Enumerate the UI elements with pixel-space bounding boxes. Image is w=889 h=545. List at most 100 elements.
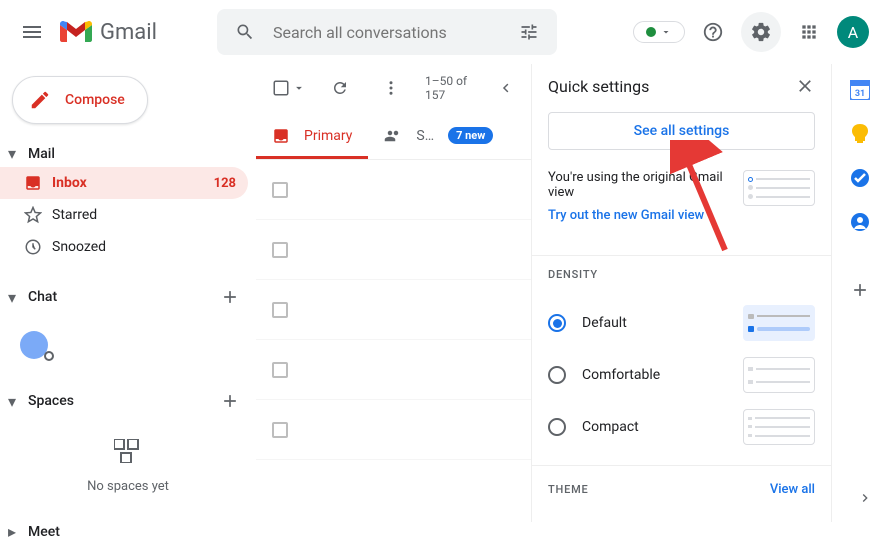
plus-icon	[850, 280, 870, 300]
mail-checkbox[interactable]	[272, 242, 288, 258]
keep-app-button[interactable]	[850, 124, 870, 144]
mail-row[interactable]	[256, 280, 531, 340]
new-chat-button[interactable]	[212, 279, 248, 315]
people-icon	[384, 127, 402, 145]
calendar-app-button[interactable]: 31	[850, 80, 870, 100]
apps-grid-icon	[799, 22, 819, 42]
header-actions: A	[633, 12, 869, 52]
theme-section-label: THEME	[548, 483, 589, 496]
get-addons-button[interactable]	[850, 280, 870, 300]
support-button[interactable]	[693, 12, 733, 52]
close-icon	[795, 76, 815, 96]
keep-icon	[850, 124, 870, 144]
select-all-checkbox[interactable]	[272, 79, 306, 97]
inbox-icon	[24, 174, 52, 192]
refresh-button[interactable]	[322, 70, 357, 106]
search-options-icon[interactable]	[509, 12, 549, 52]
meet-section-header[interactable]: ▸ Meet	[0, 518, 256, 545]
mail-list	[256, 160, 531, 460]
mail-checkbox[interactable]	[272, 422, 288, 438]
hamburger-icon	[20, 20, 44, 44]
chevron-down-icon: ▾	[8, 392, 28, 411]
density-option-comfortable[interactable]: Comfortable	[548, 349, 815, 401]
settings-button[interactable]	[741, 12, 781, 52]
account-avatar[interactable]: A	[837, 16, 869, 48]
status-indicator[interactable]	[633, 21, 685, 43]
svg-text:31: 31	[854, 89, 864, 99]
search-input[interactable]	[265, 23, 509, 42]
mail-row[interactable]	[256, 400, 531, 460]
tab-social[interactable]: S… 7 new	[368, 112, 509, 159]
density-option-compact[interactable]: Compact	[548, 401, 815, 453]
spaces-empty-state: No spaces yet	[0, 423, 256, 510]
plus-icon	[220, 391, 240, 411]
compose-button[interactable]: Compose	[12, 76, 148, 124]
search-bar[interactable]	[217, 9, 557, 55]
spaces-icon	[114, 439, 142, 463]
view-notice-text: You're using the original Gmail view	[548, 170, 731, 200]
mail-row[interactable]	[256, 160, 531, 220]
radio-button[interactable]	[548, 418, 566, 436]
star-icon	[24, 206, 52, 224]
more-actions-button[interactable]	[373, 70, 408, 106]
sidebar-item-inbox[interactable]: Inbox 128	[0, 167, 248, 199]
settings-title: Quick settings	[548, 77, 649, 96]
side-panel-toggle[interactable]	[857, 490, 873, 506]
see-all-settings-button[interactable]: See all settings	[548, 112, 815, 150]
active-status-dot	[646, 27, 656, 37]
try-new-view-link[interactable]: Try out the new Gmail view	[548, 208, 731, 223]
sidebar-item-snoozed[interactable]: Snoozed	[0, 231, 248, 263]
mail-checkbox[interactable]	[272, 362, 288, 378]
dropdown-icon	[292, 81, 306, 95]
help-icon	[702, 21, 724, 43]
clock-icon	[24, 238, 52, 256]
gmail-logo[interactable]: Gmail	[60, 20, 157, 45]
plus-icon	[220, 287, 240, 307]
tab-primary[interactable]: Primary	[256, 112, 368, 159]
view-preview-thumbnail	[743, 170, 815, 206]
density-option-default[interactable]: Default	[548, 297, 815, 349]
radio-button[interactable]	[548, 366, 566, 384]
sidebar-item-starred[interactable]: Starred	[0, 199, 248, 231]
mail-row[interactable]	[256, 220, 531, 280]
main-menu-button[interactable]	[8, 8, 56, 56]
compose-label: Compose	[65, 92, 125, 108]
category-tabs: Primary S… 7 new	[256, 112, 531, 160]
mail-section-header[interactable]: ▾ Mail	[0, 140, 256, 167]
gear-icon	[750, 21, 772, 43]
chat-contact[interactable]	[20, 331, 52, 359]
tasks-app-button[interactable]	[850, 168, 870, 188]
density-preview-default	[743, 305, 815, 341]
search-icon[interactable]	[225, 12, 265, 52]
chevron-right-icon: ▸	[8, 522, 28, 541]
radio-button[interactable]	[548, 314, 566, 332]
refresh-icon	[331, 79, 349, 97]
tasks-icon	[850, 168, 870, 188]
view-all-themes-link[interactable]: View all	[770, 482, 815, 497]
close-settings-button[interactable]	[795, 76, 815, 96]
left-sidebar: Compose ▾ Mail Inbox 128 Starred Snoozed…	[0, 64, 256, 522]
more-vert-icon	[382, 79, 400, 97]
app-name: Gmail	[100, 20, 157, 45]
spaces-section-header[interactable]: ▾ Spaces	[0, 379, 256, 423]
chevron-left-icon[interactable]	[497, 79, 515, 97]
contacts-app-button[interactable]	[850, 212, 870, 232]
mail-checkbox[interactable]	[272, 302, 288, 318]
mail-pane: 1–50 of 157 Primary S… 7 new	[256, 64, 531, 522]
google-apps-button[interactable]	[789, 12, 829, 52]
mail-checkbox[interactable]	[272, 182, 288, 198]
presence-indicator	[44, 351, 54, 361]
mail-toolbar: 1–50 of 157	[256, 64, 531, 112]
density-preview-comfortable	[743, 357, 815, 393]
chevron-down-icon: ▾	[8, 144, 28, 163]
chat-section-header[interactable]: ▾ Chat	[0, 275, 256, 319]
new-badge: 7 new	[448, 127, 493, 144]
pencil-icon	[29, 89, 51, 111]
quick-settings-panel: Quick settings See all settings You're u…	[531, 64, 831, 522]
checkbox-icon	[272, 79, 290, 97]
pagination: 1–50 of 157	[425, 74, 515, 102]
new-space-button[interactable]	[212, 383, 248, 419]
mail-row[interactable]	[256, 340, 531, 400]
contacts-icon	[850, 212, 870, 232]
chevron-down-icon: ▾	[8, 288, 28, 307]
